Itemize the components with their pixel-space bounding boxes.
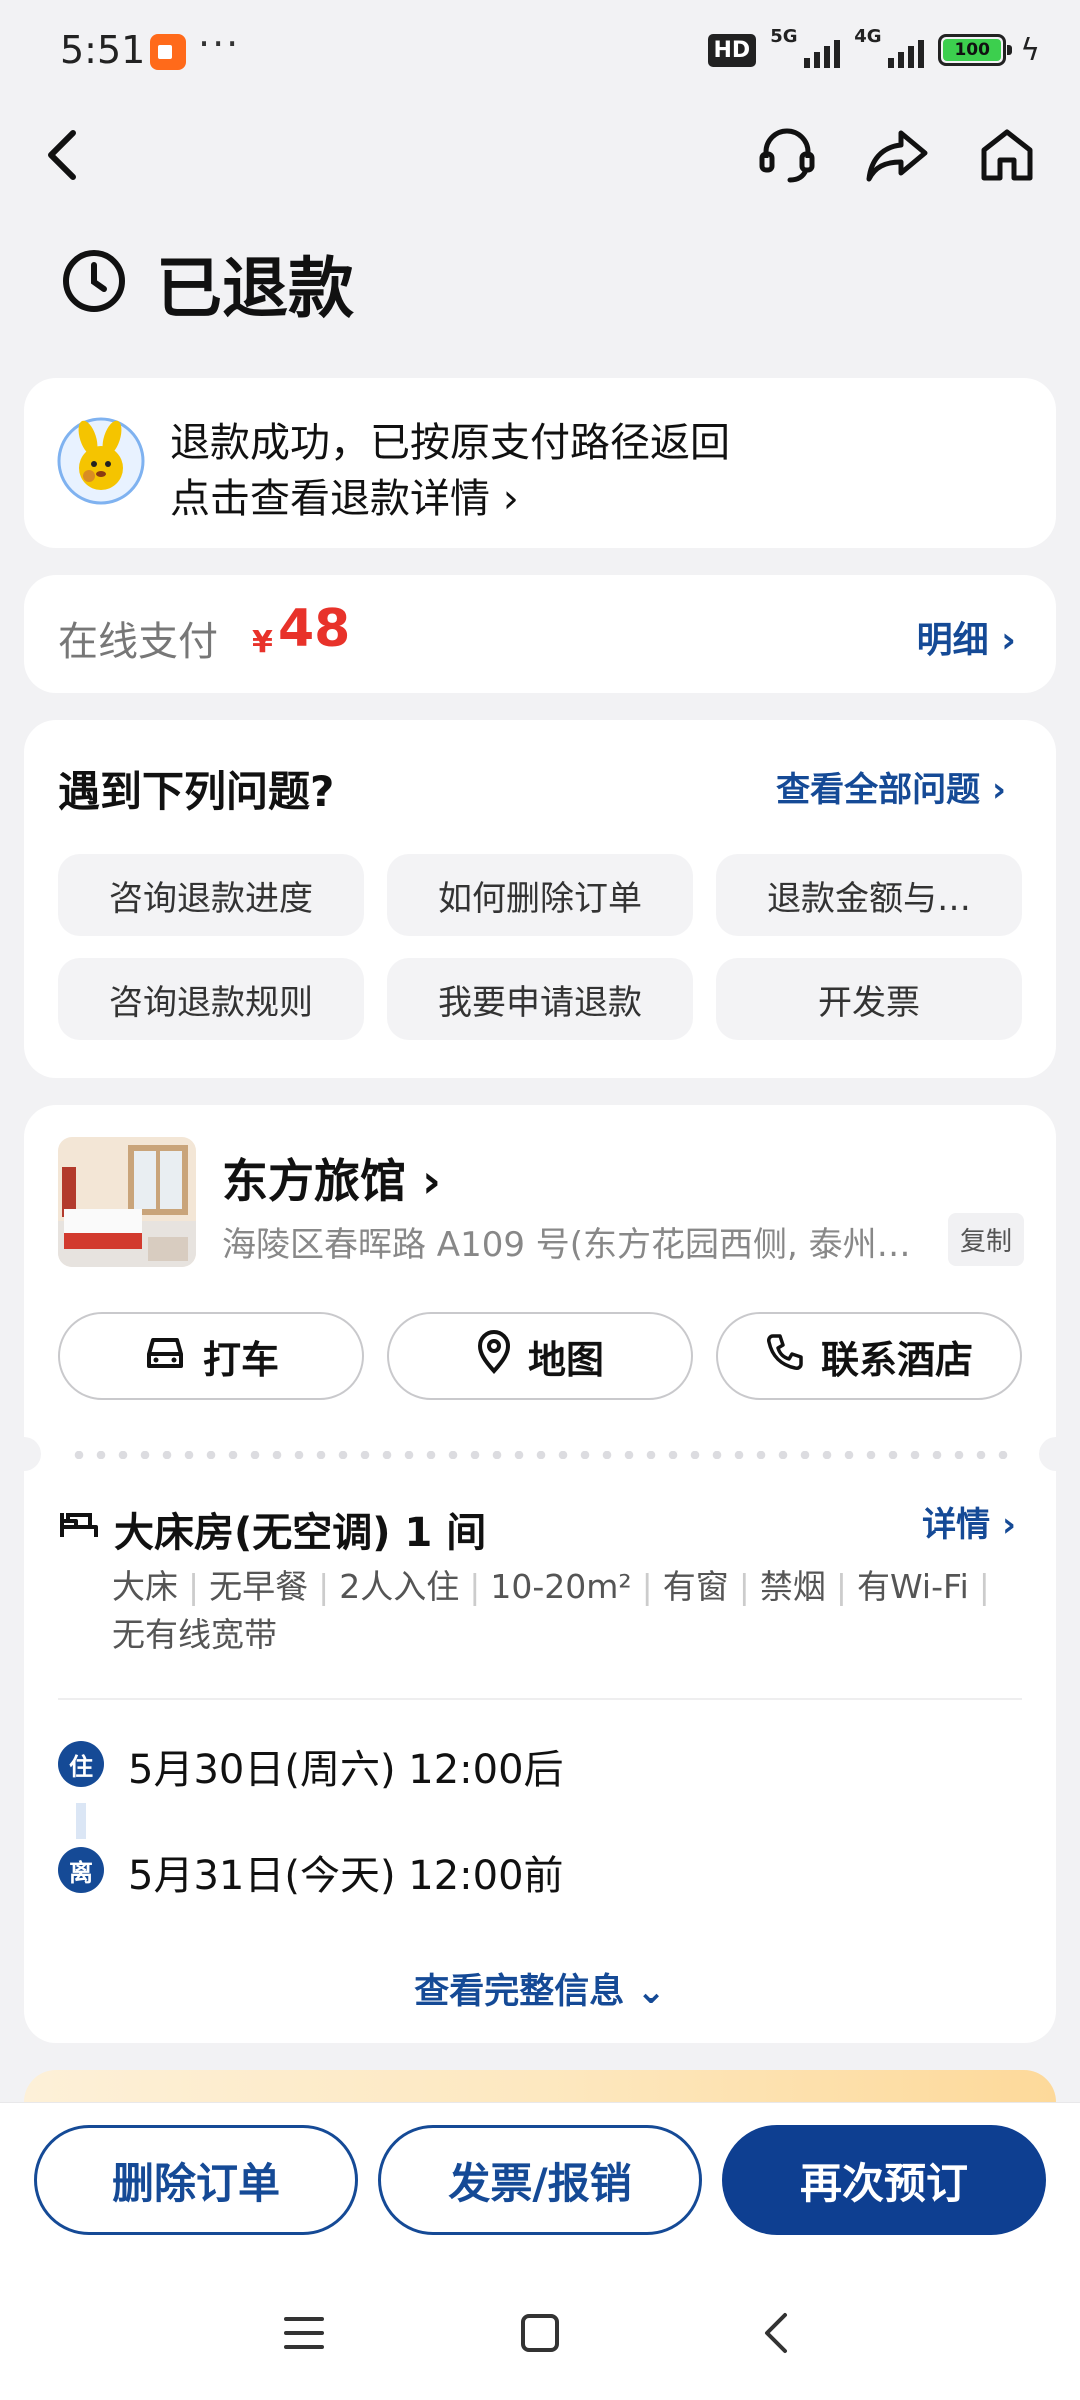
checkout-time: 5月31日(今天) 12:00前 <box>128 1853 564 1899</box>
phone-icon <box>765 1332 805 1381</box>
view-all-questions-link[interactable]: 查看全部问题 › <box>776 762 1006 811</box>
faq-chip[interactable]: 我要申请退款 <box>387 958 693 1040</box>
chevron-left-icon[interactable] <box>746 2303 806 2363</box>
invoice-button[interactable]: 发票/报销 <box>378 2125 702 2235</box>
clock-icon <box>60 247 128 319</box>
map-label: 地图 <box>527 1337 604 1382</box>
car-icon <box>143 1332 187 1381</box>
payment-detail-link[interactable]: 明细 › <box>917 611 1016 663</box>
faq-chip[interactable]: 退款金额与… <box>716 854 1022 936</box>
room-tag: 大床 <box>112 1567 178 1606</box>
bottom-action-bar: 删除订单 发票/报销 再次预订 <box>0 2102 1080 2400</box>
hd-icon: HD <box>707 33 757 67</box>
faq-chip[interactable]: 咨询退款进度 <box>58 854 364 936</box>
room-detail-link[interactable]: 详情 › <box>922 1497 1016 1546</box>
refund-detail-link[interactable]: 点击查看退款详情 › <box>170 466 519 524</box>
delete-order-button[interactable]: 删除订单 <box>34 2125 358 2235</box>
room-tag: 2人入住 <box>339 1567 460 1606</box>
section-divider <box>58 1698 1022 1700</box>
charging-icon: ϟ <box>1020 32 1040 68</box>
nav-bar <box>0 110 1080 200</box>
screen-record-icon <box>150 34 186 70</box>
customer-service-icon[interactable] <box>752 120 822 190</box>
taxi-button[interactable]: 打车 <box>58 1312 364 1400</box>
refund-notice-card[interactable]: 退款成功，已按原支付路径返回 点击查看退款详情 › <box>24 378 1056 548</box>
room-tag: 有窗 <box>662 1567 729 1606</box>
payment-card: 在线支付 ¥ 48 明细 › <box>24 575 1056 693</box>
checkin-time: 5月30日(周六) 12:00后 <box>128 1747 564 1793</box>
room-tag: 无有线宽带 <box>112 1615 277 1654</box>
room-tag: 无早餐 <box>209 1567 309 1606</box>
hotel-name-link[interactable]: 东方旅馆 › <box>222 1145 441 1211</box>
hotel-photo[interactable] <box>58 1137 196 1267</box>
view-full-info-link[interactable]: 查看完整信息 ⌄ <box>24 1963 1056 2014</box>
menu-icon[interactable] <box>274 2303 334 2363</box>
contact-hotel-label: 联系酒店 <box>820 1337 973 1382</box>
back-icon[interactable] <box>28 120 98 190</box>
net-5g-label: 5G <box>770 26 798 47</box>
room-tag: 禁烟 <box>759 1567 826 1606</box>
status-time: 5:51 <box>60 28 146 72</box>
checkout-badge: 离 <box>58 1847 104 1893</box>
room-type: 大床房(无空调) 1 间 <box>114 1510 487 1556</box>
currency-symbol: ¥ <box>252 625 273 660</box>
faq-chip[interactable]: 如何删除订单 <box>387 854 693 936</box>
share-icon[interactable] <box>862 120 932 190</box>
room-tag: 10-20m² <box>490 1567 632 1606</box>
stay-connector <box>76 1803 86 1839</box>
status-bar: 5:51 ··· HD 5G 4G 100 ϟ <box>0 0 1080 105</box>
checkin-badge: 住 <box>58 1741 104 1787</box>
location-pin-icon <box>476 1329 512 1383</box>
ticket-divider <box>24 1437 1056 1471</box>
contact-hotel-button[interactable]: 联系酒店 <box>716 1312 1022 1400</box>
faq-title: 遇到下列问题? <box>58 767 335 816</box>
faq-chip[interactable]: 咨询退款规则 <box>58 958 364 1040</box>
status-more: ··· <box>198 22 241 66</box>
battery-level: 100 <box>943 39 1002 61</box>
room-tag: 有Wi-Fi <box>857 1567 969 1606</box>
signal-5g-icon: 5G <box>770 26 841 70</box>
battery-icon: 100 <box>938 34 1013 66</box>
order-status-title: 已退款 <box>60 235 354 331</box>
square-icon[interactable] <box>510 2303 570 2363</box>
mascot-icon <box>56 416 146 506</box>
signal-4g-icon: 4G <box>854 26 925 70</box>
taxi-label: 打车 <box>202 1337 279 1382</box>
copy-address-button[interactable]: 复制 <box>947 1213 1024 1266</box>
refund-success-text: 退款成功，已按原支付路径返回 <box>170 420 730 466</box>
faq-chip[interactable]: 开发票 <box>716 958 1022 1040</box>
home-icon[interactable] <box>972 120 1042 190</box>
hotel-card: 东方旅馆 › 海陵区春晖路 A109 号(东方花园西侧, 泰州… 复制 打车 地… <box>24 1105 1056 2043</box>
page-title: 已退款 <box>156 250 354 327</box>
payment-amount: 48 <box>278 599 351 659</box>
rebook-button[interactable]: 再次预订 <box>722 2125 1046 2235</box>
net-4g-label: 4G <box>854 26 882 47</box>
payment-method-label: 在线支付 <box>58 619 218 665</box>
map-button[interactable]: 地图 <box>387 1312 693 1400</box>
bed-icon <box>58 1507 100 1545</box>
room-tags: 大床 | 无早餐 | 2人入住 | 10-20m² | 有窗 | 禁烟 | 有Wi-Fi | 无有线宽带 <box>112 1567 990 1654</box>
hotel-address: 海陵区春晖路 A109 号(东方花园西侧, 泰州… <box>222 1225 911 1265</box>
faq-card: 遇到下列问题? 查看全部问题 › 咨询退款进度 如何删除订单 退款金额与… 咨询… <box>24 720 1056 1078</box>
